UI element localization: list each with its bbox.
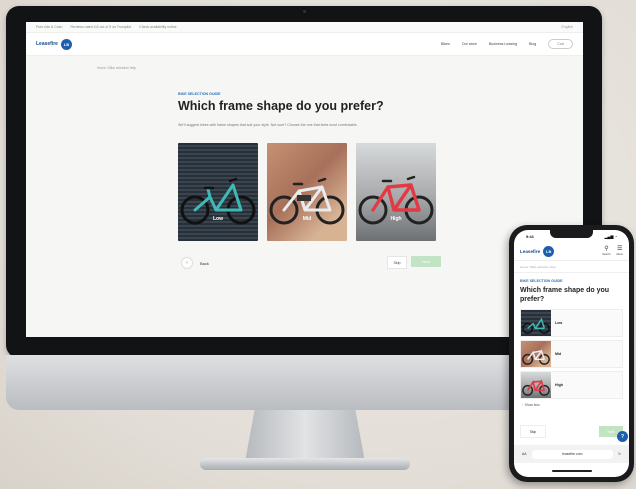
main-nav: Leasefire LB Bikes Our store Business Le… xyxy=(26,33,583,56)
phone-nav-icons: ⚲ Search ☰ Menu xyxy=(602,246,623,256)
url-field[interactable]: leasefire.com xyxy=(531,449,614,459)
frame-option-list: Low Mid High xyxy=(178,143,436,241)
search-icon: ⚲ xyxy=(604,246,609,252)
phone-bike-mid-icon xyxy=(522,349,550,365)
language-selector[interactable]: English xyxy=(562,25,573,29)
webcam xyxy=(303,10,306,13)
phone-footer-actions: Skip Next xyxy=(514,425,629,438)
phone-breadcrumb[interactable]: Home / Bike selection help xyxy=(514,261,629,273)
phone-notch xyxy=(550,230,593,238)
nav-links: Bikes Our store Business Leasing Blog Ca… xyxy=(441,39,573,49)
phone-thumb-high xyxy=(521,372,551,398)
back-label: Back xyxy=(200,260,209,266)
status-time: 9:41 xyxy=(526,233,535,239)
reload-icon[interactable]: ↻ xyxy=(618,452,621,456)
phone-screen: 9:41 ▂▄▆ ◔ Leasefire LB ⚲ Search ☰ Menu … xyxy=(514,230,629,477)
phone-frame-option-mid[interactable]: Mid xyxy=(520,340,623,368)
reader-aa-button[interactable]: AA xyxy=(522,452,527,456)
logo-text[interactable]: Leasefire xyxy=(36,41,58,47)
imac-foot xyxy=(200,458,410,470)
chevron-left-icon: ‹ xyxy=(181,257,193,269)
frame-option-high-label: High xyxy=(390,216,402,222)
phone-step-kicker: BIKE SELECTION GUIDE xyxy=(520,279,563,283)
nav-link-business[interactable]: Business Leasing xyxy=(489,42,517,46)
page-subtitle: We'll suggest bikes with frame shapes th… xyxy=(178,123,358,127)
promo-note-3: Check availability online xyxy=(139,25,177,29)
next-button[interactable]: Next xyxy=(411,256,441,267)
url-text: leasefire.com xyxy=(562,452,583,456)
phone-bike-low-icon xyxy=(522,317,550,334)
phone-frame-option-mid-label: Mid xyxy=(555,352,562,356)
logo-badge-icon[interactable]: LB xyxy=(60,38,72,50)
frame-option-mid-label: Mid xyxy=(302,216,312,222)
phone-skip-button[interactable]: Skip xyxy=(520,425,546,438)
phone-thumb-low xyxy=(521,310,551,336)
step-kicker: BIKE SELECTION GUIDE xyxy=(178,92,221,96)
signal-battery-icon: ▂▄▆ ◔ xyxy=(604,233,617,239)
show-less-link[interactable]: ↑ Show less xyxy=(514,399,629,411)
nav-link-blog[interactable]: Blog xyxy=(529,42,536,46)
frame-option-low[interactable]: Low xyxy=(178,143,258,241)
phone-frame-option-low[interactable]: Low xyxy=(520,309,623,337)
menu-label: Menu xyxy=(616,253,624,256)
phone-logo-badge-icon[interactable]: LB xyxy=(543,245,555,257)
phone-frame-option-low-label: Low xyxy=(555,321,563,325)
promo-note-1: Free ride & Cash xyxy=(36,25,63,29)
promo-topbar: Free ride & Cash Reviews rated 4.8 out o… xyxy=(26,22,583,33)
phone-frame-option-high[interactable]: High xyxy=(520,371,623,399)
phone-bike-high-icon xyxy=(522,379,550,396)
home-indicator xyxy=(552,470,592,472)
smartphone: 9:41 ▂▄▆ ◔ Leasefire LB ⚲ Search ☰ Menu … xyxy=(509,225,634,482)
nav-link-store[interactable]: Our store xyxy=(462,42,477,46)
skip-button[interactable]: Skip xyxy=(387,256,407,269)
phone-menu-button[interactable]: ☰ Menu xyxy=(617,246,624,256)
phone-nav: Leasefire LB ⚲ Search ☰ Menu xyxy=(514,242,629,261)
phone-logo-text[interactable]: Leasefire xyxy=(520,249,540,254)
frame-option-high[interactable]: High xyxy=(356,143,436,241)
cart-button[interactable]: Cart xyxy=(548,39,573,49)
page-title: Which frame shape do you prefer? xyxy=(178,99,384,113)
back-button[interactable]: ‹ Back xyxy=(181,257,209,269)
browser-url-bar: AA leasefire.com ↻ xyxy=(514,445,629,463)
imac-stand xyxy=(245,410,365,462)
phone-search-button[interactable]: ⚲ Search xyxy=(602,246,610,256)
breadcrumb[interactable]: Home / Bike selection help xyxy=(97,66,136,70)
phone-thumb-mid xyxy=(521,341,551,367)
help-chat-icon[interactable]: ? xyxy=(617,431,628,442)
desktop-screen: Free ride & Cash Reviews rated 4.8 out o… xyxy=(26,22,583,337)
promo-note-2: Reviews rated 4.8 out of 5 on Trustpilot xyxy=(70,25,132,29)
phone-frame-option-high-label: High xyxy=(555,383,563,387)
search-label: Search xyxy=(602,253,611,256)
nav-link-bikes[interactable]: Bikes xyxy=(441,42,450,46)
frame-option-mid[interactable]: Mid xyxy=(267,143,347,241)
frame-option-low-label: Low xyxy=(213,216,223,222)
menu-icon: ☰ xyxy=(617,246,623,252)
phone-page-title: Which frame shape do you prefer? xyxy=(520,287,610,303)
